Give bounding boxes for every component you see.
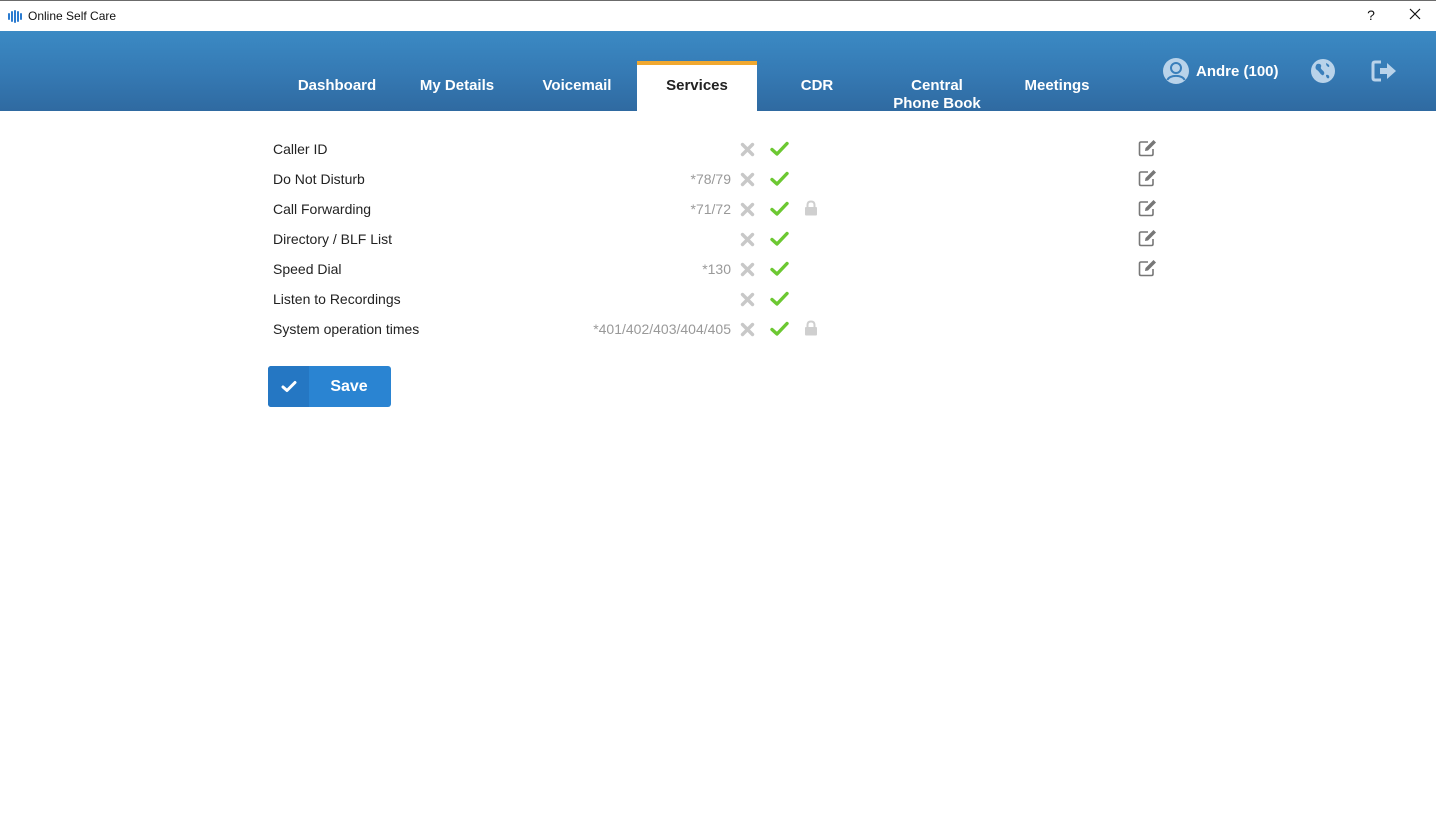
window-title: Online Self Care [28, 9, 117, 23]
tab-label: CDR [800, 77, 834, 94]
tab-meetings[interactable]: Meetings [997, 31, 1117, 111]
globe-icon[interactable] [1310, 58, 1336, 84]
logout-icon[interactable] [1371, 59, 1398, 83]
service-label: Speed Dial [273, 261, 342, 277]
edit-icon[interactable] [1138, 259, 1158, 277]
tab-label: Central Phone Book [893, 77, 981, 112]
edit-icon[interactable] [1138, 169, 1158, 187]
enable-check-icon[interactable] [770, 261, 789, 277]
service-row-caller-id: Caller ID [273, 134, 1163, 164]
service-row-directory-blf-list: Directory / BLF List [273, 224, 1163, 254]
tab-my-details[interactable]: My Details [397, 31, 517, 111]
save-button-label: Save [330, 378, 368, 395]
service-label: System operation times [273, 321, 420, 337]
tab-label: Services [666, 77, 728, 94]
service-code: *401/402/403/404/405 [593, 321, 731, 337]
app-logo-icon [8, 10, 22, 23]
service-label: Listen to Recordings [273, 291, 401, 307]
service-row-listen-to-recordings: Listen to Recordings [273, 284, 1163, 314]
tab-services[interactable]: Services [637, 61, 757, 111]
tab-label: Voicemail [542, 77, 612, 94]
service-code: *78/79 [690, 171, 731, 187]
user-menu[interactable]: Andre (100) [1162, 57, 1279, 85]
disable-x-icon[interactable] [740, 262, 755, 277]
service-label: Caller ID [273, 141, 328, 157]
enable-check-icon[interactable] [770, 201, 789, 217]
edit-icon[interactable] [1138, 229, 1158, 247]
tab-label: My Details [419, 77, 495, 94]
service-row-system-operation-times: System operation times *401/402/403/404/… [273, 314, 1163, 344]
service-row-do-not-disturb: Do Not Disturb *78/79 [273, 164, 1163, 194]
service-label: Call Forwarding [273, 201, 372, 217]
service-code: *71/72 [690, 201, 731, 217]
tab-label: Meetings [1024, 77, 1090, 94]
user-name: Andre (100) [1196, 62, 1279, 80]
service-row-call-forwarding: Call Forwarding *71/72 [273, 194, 1163, 224]
enable-check-icon[interactable] [770, 141, 789, 157]
user-avatar-icon [1162, 57, 1190, 85]
disable-x-icon[interactable] [740, 292, 755, 307]
disable-x-icon[interactable] [740, 172, 755, 187]
tab-voicemail[interactable]: Voicemail [517, 31, 637, 111]
save-button[interactable]: Save [268, 366, 391, 407]
help-button[interactable]: ? [1364, 7, 1378, 23]
edit-icon[interactable] [1138, 199, 1158, 217]
edit-icon[interactable] [1138, 139, 1158, 157]
enable-check-icon[interactable] [770, 231, 789, 247]
enable-check-icon[interactable] [770, 321, 789, 337]
enable-check-icon[interactable] [770, 291, 789, 307]
main-header: Dashboard My Details Voicemail Services … [0, 31, 1436, 112]
lock-icon[interactable] [804, 200, 818, 216]
disable-x-icon[interactable] [740, 322, 755, 337]
check-icon [268, 366, 309, 407]
service-code: *130 [702, 261, 731, 277]
disable-x-icon[interactable] [740, 202, 755, 217]
disable-x-icon[interactable] [740, 232, 755, 247]
close-icon[interactable] [1406, 5, 1424, 23]
tab-cdr[interactable]: CDR [757, 31, 877, 111]
main-nav: Dashboard My Details Voicemail Services … [277, 31, 1117, 112]
enable-check-icon[interactable] [770, 171, 789, 187]
service-label: Directory / BLF List [273, 231, 393, 247]
tab-dashboard[interactable]: Dashboard [277, 31, 397, 111]
service-row-speed-dial: Speed Dial *130 [273, 254, 1163, 284]
lock-icon[interactable] [804, 320, 818, 336]
tab-label: Dashboard [297, 77, 377, 94]
tab-central-phone-book[interactable]: Central Phone Book [877, 31, 997, 112]
window-title-bar: Online Self Care ? [0, 0, 1436, 31]
disable-x-icon[interactable] [740, 142, 755, 157]
service-label: Do Not Disturb [273, 171, 365, 187]
